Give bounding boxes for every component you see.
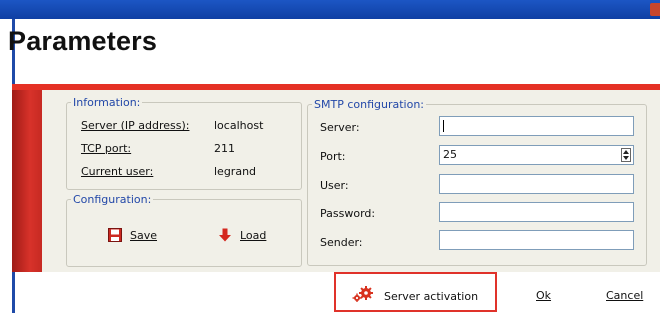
load-label: Load	[240, 228, 267, 242]
current-user-label: Current user:	[81, 165, 154, 178]
smtp-port-label: Port:	[320, 150, 346, 163]
download-arrow-icon	[218, 228, 232, 242]
smtp-legend: SMTP configuration:	[314, 98, 424, 111]
smtp-sender-input[interactable]	[439, 230, 634, 250]
close-icon[interactable]	[650, 3, 660, 16]
current-user-value: legrand	[214, 165, 257, 178]
cancel-button[interactable]: Cancel	[606, 289, 643, 302]
load-button[interactable]: Load	[218, 228, 266, 242]
tcp-port-label: TCP port:	[81, 142, 132, 155]
spin-arrows-icon[interactable]	[621, 148, 631, 162]
smtp-port-stepper[interactable]: 25	[439, 145, 634, 165]
save-label: Save	[130, 228, 158, 242]
server-ip-value: localhost	[214, 119, 264, 132]
smtp-sender-label: Sender:	[320, 236, 363, 249]
smtp-password-input[interactable]	[439, 202, 634, 222]
gears-icon	[352, 286, 374, 306]
server-ip-label: Server (IP address):	[81, 119, 190, 132]
side-strip	[12, 90, 42, 272]
smtp-password-label: Password:	[320, 207, 376, 220]
server-activation-button[interactable]: Server activation	[334, 272, 497, 312]
server-activation-label: Server activation	[384, 289, 479, 303]
smtp-user-input[interactable]	[439, 174, 634, 194]
floppy-disk-icon	[108, 228, 122, 242]
smtp-port-value: 25	[443, 148, 457, 161]
window-titlebar	[0, 0, 660, 19]
ok-button[interactable]: Ok	[536, 289, 551, 302]
smtp-server-label: Server:	[320, 121, 360, 134]
configuration-group: Configuration:	[66, 193, 302, 267]
tcp-port-value: 211	[214, 142, 235, 155]
text-caret	[443, 120, 444, 132]
information-legend: Information:	[73, 96, 141, 109]
smtp-user-label: User:	[320, 179, 349, 192]
page-title: Parameters	[8, 26, 158, 56]
smtp-server-input[interactable]	[439, 116, 634, 136]
configuration-legend: Configuration:	[73, 193, 152, 206]
save-button[interactable]: Save	[108, 228, 157, 242]
